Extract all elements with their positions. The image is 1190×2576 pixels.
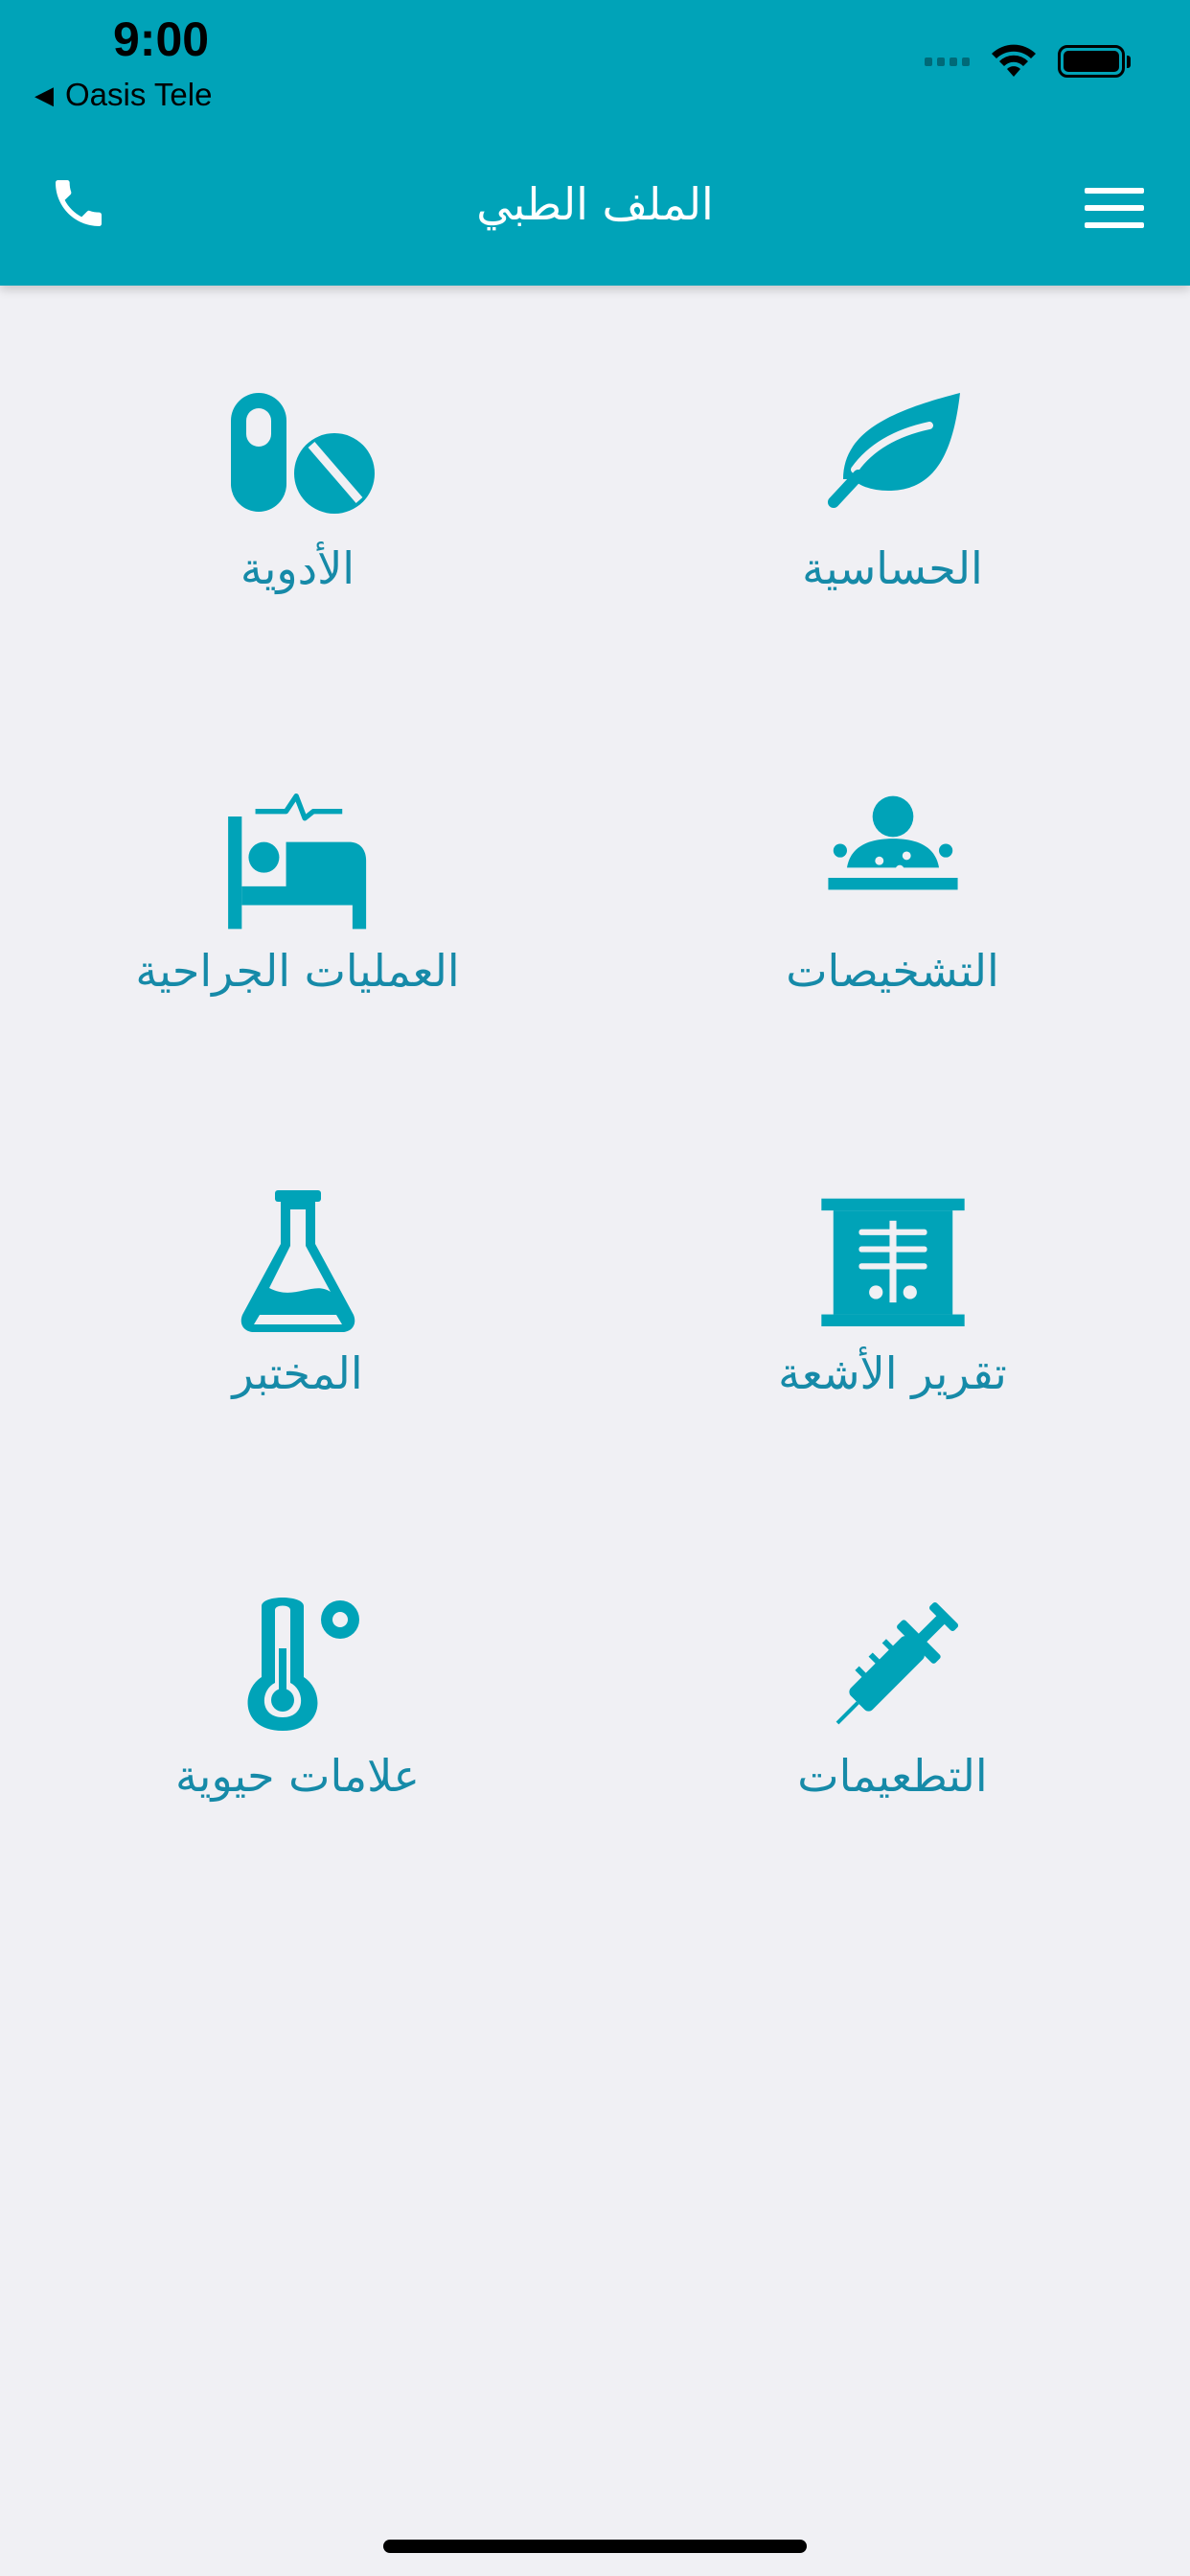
back-to-app-link[interactable]: ◀ Oasis Tele (34, 77, 212, 113)
grid-item-diagnoses[interactable]: التشخيصات (595, 786, 1190, 1064)
grid-item-label: التشخيصات (786, 945, 999, 997)
flask-icon (240, 1190, 355, 1332)
menu-button[interactable] (1085, 188, 1144, 228)
grid-item-vital-signs[interactable]: علامات حيوية (0, 1591, 595, 1869)
status-time: 9:00 (113, 12, 210, 66)
grid-item-label: الحساسية (802, 542, 983, 594)
home-indicator[interactable] (383, 2540, 807, 2553)
leaf-icon (827, 393, 960, 508)
back-app-label: Oasis Tele (65, 77, 213, 112)
grid-item-allergies[interactable]: الحساسية (595, 383, 1190, 661)
diagnosis-icon (827, 795, 958, 890)
grid-item-label: تقرير الأشعة (778, 1347, 1007, 1399)
grid-item-label: الأدوية (240, 542, 355, 594)
grid-item-label: العمليات الجراحية (135, 945, 460, 997)
hamburger-icon (1085, 188, 1144, 194)
pills-icon (230, 393, 375, 514)
cellular-signal-icon (925, 57, 970, 66)
grid-item-label: التطعيمات (797, 1750, 988, 1802)
thermometer-icon (247, 1598, 359, 1731)
back-triangle-icon: ◀ (34, 80, 54, 109)
hospital-bed-icon (227, 794, 366, 930)
page-title: الملف الطبي (476, 178, 714, 230)
status-indicators (925, 44, 1131, 79)
wifi-icon (992, 44, 1036, 77)
syringe-icon (835, 1601, 958, 1725)
grid-item-radiology-report[interactable]: تقرير الأشعة (595, 1188, 1190, 1466)
grid-item-surgeries[interactable]: العمليات الجراحية (0, 786, 595, 1064)
grid-item-label: علامات حيوية (174, 1750, 421, 1802)
xray-icon (820, 1198, 965, 1326)
battery-icon (1058, 45, 1131, 78)
grid-item-vaccinations[interactable]: التطعيمات (595, 1591, 1190, 1869)
grid-item-laboratory[interactable]: المختبر (0, 1188, 595, 1466)
grid-item-medications[interactable]: الأدوية (0, 383, 595, 661)
app-header: 9:00 ◀ Oasis Tele الملف الطبي (0, 0, 1190, 286)
grid-item-label: المختبر (232, 1347, 363, 1399)
